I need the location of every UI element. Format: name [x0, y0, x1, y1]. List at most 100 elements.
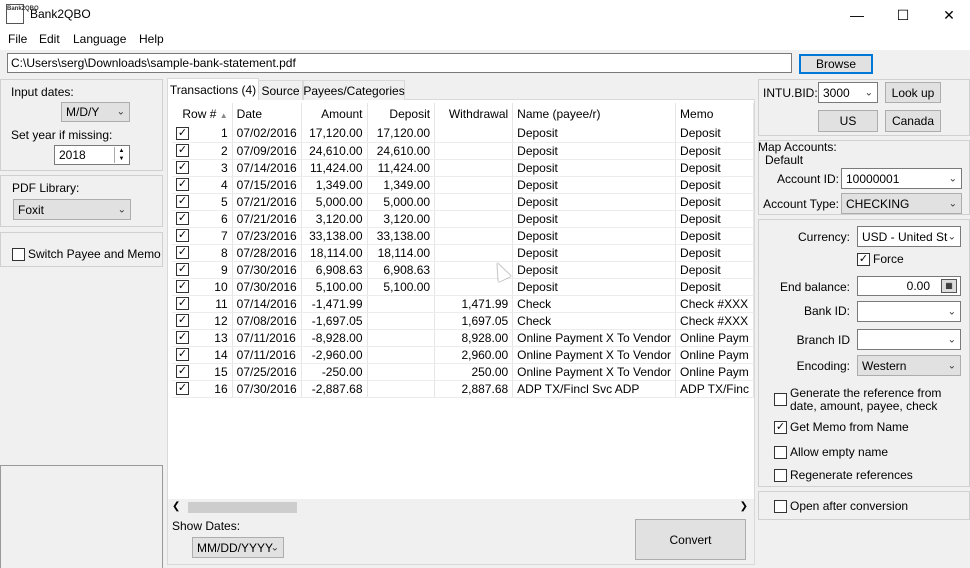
- cell-n[interactable]: ✓ 2: [172, 142, 233, 160]
- cell-n[interactable]: ✓ 8: [172, 244, 233, 262]
- menu-edit[interactable]: Edit: [39, 32, 60, 46]
- col-memo[interactable]: Memo: [675, 103, 754, 125]
- allow-empty-checkbox[interactable]: Allow empty name: [774, 445, 888, 459]
- end-balance-input[interactable]: 0.00 ▦: [857, 276, 961, 296]
- cell-n[interactable]: ✓ 15: [172, 363, 233, 381]
- show-dates-select[interactable]: MM/DD/YYYY ⌄: [192, 537, 284, 558]
- row-check-icon[interactable]: ✓: [176, 161, 189, 174]
- branch-id-select[interactable]: ⌄: [857, 329, 961, 350]
- cell-n[interactable]: ✓ 16: [172, 380, 233, 398]
- cell-n[interactable]: ✓ 5: [172, 193, 233, 211]
- table-row[interactable]: ✓ 12 07/08/2016 -1,697.05 1,697.05 Check Check…: [172, 312, 754, 330]
- table-row[interactable]: ✓ 9 07/30/2016 6,908.63 6,908.63 Deposit Depos…: [172, 261, 754, 279]
- convert-button[interactable]: Convert: [635, 519, 746, 560]
- pdf-library-select[interactable]: Foxit ⌄: [13, 199, 131, 220]
- checkbox-box[interactable]: [774, 468, 787, 482]
- bank-id-select[interactable]: ⌄: [857, 301, 961, 322]
- menu-help[interactable]: Help: [139, 32, 164, 46]
- account-id-select[interactable]: 10000001 ⌄: [841, 168, 962, 189]
- spin-arrows-icon[interactable]: ▲ ▼: [114, 147, 128, 163]
- col-name[interactable]: Name (payee/r): [512, 103, 677, 125]
- col-date[interactable]: Date: [232, 103, 302, 125]
- encoding-select[interactable]: Western ⌄: [857, 355, 961, 376]
- cell-n[interactable]: ✓ 7: [172, 227, 233, 245]
- row-check-icon[interactable]: ✓: [176, 331, 189, 344]
- cell-n[interactable]: ✓ 3: [172, 159, 233, 177]
- cell-n[interactable]: ✓ 6: [172, 210, 233, 228]
- cell-n[interactable]: ✓ 11: [172, 295, 233, 313]
- cell-n[interactable]: ✓ 9: [172, 261, 233, 279]
- close-button[interactable]: ✕: [926, 0, 970, 30]
- check-icon[interactable]: ✓: [774, 420, 787, 434]
- intu-bid-select[interactable]: 3000 ⌄: [818, 82, 878, 103]
- table-row[interactable]: ✓ 10 07/30/2016 5,100.00 5,100.00 Deposit Depo…: [172, 278, 754, 296]
- table-row[interactable]: ✓ 7 07/23/2016 33,138.00 33,138.00 Deposit Dep…: [172, 227, 754, 245]
- cell-n[interactable]: ✓ 13: [172, 329, 233, 347]
- generate-reference-checkbox[interactable]: Generate the reference from date, amount…: [774, 387, 965, 413]
- row-check-icon[interactable]: ✓: [176, 382, 189, 395]
- tab-transactions[interactable]: Transactions (4): [167, 78, 259, 100]
- tab-payees-categories[interactable]: Payees/Categories: [303, 80, 405, 100]
- input-dates-select[interactable]: M/D/Y ⌄: [61, 102, 130, 122]
- row-check-icon[interactable]: ✓: [176, 229, 189, 242]
- calculator-icon[interactable]: ▦: [941, 279, 957, 293]
- col-amount[interactable]: Amount: [301, 103, 368, 125]
- col-withdrawal[interactable]: Withdrawal: [434, 103, 514, 125]
- col-row-number[interactable]: Row # ▲: [172, 103, 233, 125]
- table-row[interactable]: ✓ 5 07/21/2016 5,000.00 5,000.00 Deposit Depos…: [172, 193, 754, 211]
- lookup-button[interactable]: Look up: [885, 82, 941, 103]
- row-check-icon[interactable]: ✓: [176, 365, 189, 378]
- table-row[interactable]: ✓ 11 07/14/2016 -1,471.99 1,471.99 Check Check…: [172, 295, 754, 313]
- year-spinbox[interactable]: 2018 ▲ ▼: [54, 145, 130, 165]
- regenerate-checkbox[interactable]: Regenerate references: [774, 468, 913, 482]
- row-check-icon[interactable]: ✓: [176, 178, 189, 191]
- checkbox-box[interactable]: [774, 445, 787, 459]
- checkbox-box[interactable]: [12, 247, 25, 261]
- cell-n[interactable]: ✓ 14: [172, 346, 233, 364]
- row-check-icon[interactable]: ✓: [176, 212, 189, 225]
- browse-button[interactable]: Browse: [799, 54, 873, 74]
- row-check-icon[interactable]: ✓: [176, 144, 189, 157]
- maximize-button[interactable]: ☐: [880, 0, 926, 30]
- table-row[interactable]: ✓ 14 07/11/2016 -2,960.00 2,960.00 Online Pay…: [172, 346, 754, 364]
- check-icon[interactable]: ✓: [857, 252, 870, 266]
- table-row[interactable]: ✓ 15 07/25/2016 -250.00 250.00 Online Payment…: [172, 363, 754, 381]
- transactions-grid[interactable]: Row # ▲ Date Amount Deposit Withdrawal N…: [168, 100, 754, 499]
- checkbox-box[interactable]: [774, 393, 787, 406]
- table-row[interactable]: ✓ 3 07/14/2016 11,424.00 11,424.00 Deposit Dep…: [172, 159, 754, 177]
- table-row[interactable]: ✓ 4 07/15/2016 1,349.00 1,349.00 Deposit Depos…: [172, 176, 754, 194]
- row-check-icon[interactable]: ✓: [176, 348, 189, 361]
- table-row[interactable]: ✓ 2 07/09/2016 24,610.00 24,610.00 Deposit Dep…: [172, 142, 754, 160]
- open-after-checkbox[interactable]: Open after conversion: [774, 499, 908, 513]
- cell-n[interactable]: ✓ 1: [172, 125, 233, 143]
- table-row[interactable]: ✓ 6 07/21/2016 3,120.00 3,120.00 Deposit Depos…: [172, 210, 754, 228]
- table-row[interactable]: ✓ 13 07/11/2016 -8,928.00 8,928.00 Online Pay…: [172, 329, 754, 347]
- scroll-left-icon[interactable]: ❮: [172, 501, 180, 512]
- menu-file[interactable]: File: [8, 32, 27, 46]
- canada-button[interactable]: Canada: [885, 110, 941, 132]
- table-row[interactable]: ✓ 8 07/28/2016 18,114.00 18,114.00 Deposit Dep…: [172, 244, 754, 262]
- file-path-input[interactable]: C:\Users\serg\Downloads\sample-bank-stat…: [7, 53, 792, 73]
- tab-source[interactable]: Source: [258, 80, 303, 100]
- cell-n[interactable]: ✓ 4: [172, 176, 233, 194]
- cell-n[interactable]: ✓ 12: [172, 312, 233, 330]
- currency-select[interactable]: USD - United Sta ⌄: [857, 226, 961, 247]
- row-check-icon[interactable]: ✓: [176, 246, 189, 259]
- table-row[interactable]: ✓ 16 07/30/2016 -2,887.68 2,887.68 ADP TX/Fin…: [172, 380, 754, 398]
- checkbox-box[interactable]: [774, 499, 787, 513]
- row-check-icon[interactable]: ✓: [176, 195, 189, 208]
- table-row[interactable]: ✓ 1 07/02/2016 17,120.00 17,120.00 Deposit Dep…: [172, 125, 754, 143]
- row-check-icon[interactable]: ✓: [176, 297, 189, 310]
- account-type-select[interactable]: CHECKING ⌄: [841, 193, 962, 214]
- row-check-icon[interactable]: ✓: [176, 314, 189, 327]
- scrollbar-thumb[interactable]: [188, 502, 297, 513]
- col-deposit[interactable]: Deposit: [367, 103, 436, 125]
- row-check-icon[interactable]: ✓: [176, 126, 189, 140]
- horizontal-scrollbar[interactable]: ❮ ❯: [168, 499, 754, 516]
- get-memo-checkbox[interactable]: ✓ Get Memo from Name: [774, 420, 909, 434]
- row-check-icon[interactable]: ✓: [176, 280, 189, 293]
- row-check-icon[interactable]: ✓: [176, 263, 189, 276]
- us-button[interactable]: US: [818, 110, 878, 132]
- cell-n[interactable]: ✓ 10: [172, 278, 233, 296]
- minimize-button[interactable]: —: [834, 0, 880, 30]
